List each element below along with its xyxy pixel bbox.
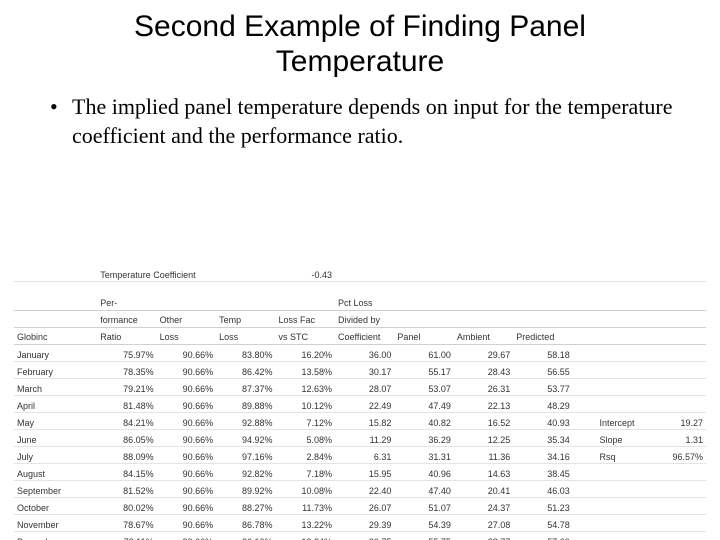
table-row: November78.67%90.66%86.78%13.22%29.3954.… — [14, 515, 706, 532]
rsq-label: Rsq — [597, 447, 652, 464]
table-row: August84.15%90.66%92.82%7.18%15.9540.961… — [14, 464, 706, 481]
hdr-perf-2: formance — [97, 311, 156, 328]
slide: Second Example of Finding Panel Temperat… — [0, 0, 720, 540]
hdr-temp-2: Loss — [216, 328, 275, 345]
hdr-pct-3: Coefficient — [335, 328, 394, 345]
intercept-value: 19.27 — [651, 413, 706, 430]
header-row-3: Globinc Ratio Loss Loss vs STC Coefficie… — [14, 328, 706, 345]
header-row-2: formance Other Temp Loss Fac Divided by — [14, 311, 706, 328]
hdr-ambient: Ambient — [454, 328, 513, 345]
hdr-perf-3: Ratio — [97, 328, 156, 345]
slide-title: Second Example of Finding Panel Temperat… — [90, 10, 630, 79]
table-row: January75.97%90.66%83.80%16.20%36.0061.0… — [14, 345, 706, 362]
hdr-lf-2: vs STC — [276, 328, 335, 345]
rsq-value: 96.57% — [651, 447, 706, 464]
hdr-perf-1: Per- — [97, 294, 156, 311]
header-row-1: Per- Pct Loss — [14, 294, 706, 311]
hdr-pct-1: Pct Loss — [335, 294, 394, 311]
hdr-lf-1: Loss Fac — [276, 311, 335, 328]
data-table: Temperature Coefficient -0.43 Per- Pct L… — [14, 265, 706, 540]
hdr-temp-1: Temp — [216, 311, 275, 328]
table-row: June86.05%90.66%94.92%5.08%11.2936.2912.… — [14, 430, 706, 447]
spreadsheet: Temperature Coefficient -0.43 Per- Pct L… — [14, 265, 706, 540]
coef-row: Temperature Coefficient -0.43 — [14, 265, 706, 282]
coef-label: Temperature Coefficient — [97, 265, 216, 282]
table-row: October80.02%90.66%88.27%11.73%26.0751.0… — [14, 498, 706, 515]
intercept-label: Intercept — [597, 413, 652, 430]
slope-value: 1.31 — [651, 430, 706, 447]
hdr-pct-2: Divided by — [335, 311, 394, 328]
slope-label: Slope — [597, 430, 652, 447]
table-row: September81.52%90.66%89.92%10.08%22.4047… — [14, 481, 706, 498]
table-row: July88.09%90.66%97.16%2.84%6.3131.3111.3… — [14, 447, 706, 464]
table-row: May84.21%90.66%92.88%7.12%15.8240.8216.5… — [14, 413, 706, 430]
hdr-other-2: Loss — [157, 328, 216, 345]
hdr-panel: Panel — [394, 328, 453, 345]
table-row: April81.48%90.66%89.88%10.12%22.4947.492… — [14, 396, 706, 413]
table-row: February78.35%90.66%86.42%13.58%30.1755.… — [14, 362, 706, 379]
hdr-predicted: Predicted — [513, 328, 572, 345]
bullet-list: The implied panel temperature depends on… — [50, 93, 680, 150]
table-row: December78.11%90.66%86.16%13.84%30.7555.… — [14, 532, 706, 540]
hdr-other-1: Other — [157, 311, 216, 328]
row-group-label: Globinc — [14, 328, 97, 345]
coef-value: -0.43 — [276, 265, 335, 282]
bullet-item: The implied panel temperature depends on… — [50, 93, 680, 150]
table-row: March79.21%90.66%87.37%12.63%28.0753.072… — [14, 379, 706, 396]
